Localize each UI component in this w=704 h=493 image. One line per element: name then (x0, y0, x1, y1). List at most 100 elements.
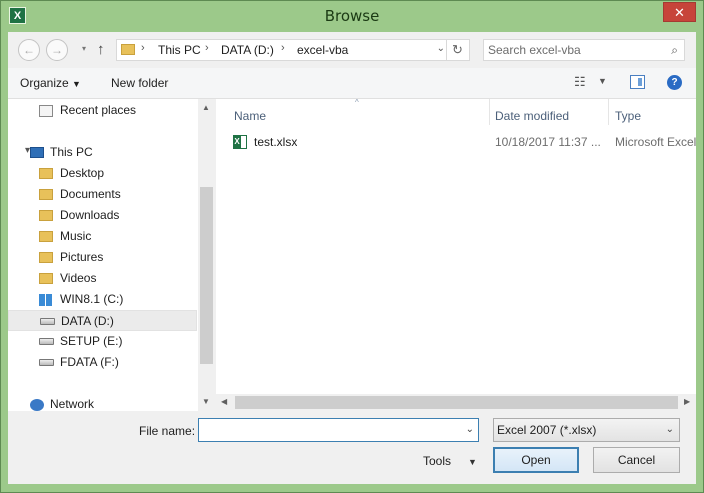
search-box[interactable]: ⌕ (483, 39, 685, 61)
nav-item-label: WIN8.1 (C:) (60, 292, 124, 306)
organize-label: Organize (20, 76, 69, 90)
nav-item-this-pc[interactable]: ▾ This PC (8, 142, 197, 163)
refresh-icon[interactable]: ↻ (446, 40, 468, 60)
column-divider[interactable] (489, 99, 490, 125)
nav-item-label: Videos (60, 271, 97, 285)
nav-item-label: Music (60, 229, 92, 243)
nav-item-win81-c[interactable]: WIN8.1 (C:) (8, 289, 197, 310)
nav-item-label: Documents (60, 187, 121, 201)
tools-button[interactable]: Tools (423, 454, 451, 468)
file-date-modified: 10/18/2017 11:37 ... (495, 135, 601, 149)
nav-item-music[interactable]: Music (8, 226, 197, 247)
breadcrumb-data-d[interactable]: DATA (D:) (221, 43, 274, 57)
nav-item-pictures[interactable]: Pictures (8, 247, 197, 268)
nav-item-setup-e[interactable]: SETUP (E:) (8, 331, 197, 352)
chevron-down-icon: ⌄ (665, 424, 674, 435)
computer-icon (30, 147, 44, 158)
scrollbar-thumb[interactable] (235, 396, 678, 409)
nav-item-downloads[interactable]: Downloads (8, 205, 197, 226)
nav-item-label: DATA (D:) (61, 314, 114, 328)
navpane-scrollbar[interactable]: ▲ ▼ (198, 99, 215, 411)
command-bar: Organize ▼ New folder ☷ ▼ ? (8, 68, 696, 99)
folder-icon (39, 231, 53, 242)
file-type-select[interactable]: Excel 2007 (*.xlsx) ⌄ (493, 418, 680, 442)
file-name-combobox[interactable]: ⌄ (198, 418, 479, 442)
file-name: test.xlsx (254, 135, 298, 149)
chevron-down-icon[interactable]: ▼ (468, 457, 477, 467)
chevron-down-icon[interactable]: ⌄ (437, 43, 445, 54)
navigation-pane: Recent places ▾ This PC Desktop Document… (8, 99, 215, 411)
up-button[interactable]: ↑ (97, 41, 105, 58)
folder-icon (39, 168, 53, 179)
chevron-down-icon: ▼ (72, 79, 81, 89)
column-header-name[interactable]: Name (234, 109, 266, 123)
nav-item-label: FDATA (F:) (60, 355, 119, 369)
network-icon (30, 399, 44, 411)
scroll-left-icon[interactable]: ◀ (221, 397, 227, 406)
nav-item-label: This PC (50, 145, 93, 159)
folder-icon (39, 252, 53, 263)
help-icon[interactable]: ? (667, 75, 682, 90)
browse-dialog: X Browse ✕ ← → ▾ ↑ › This PC › DATA (D:)… (0, 0, 704, 493)
folder-icon (39, 273, 53, 284)
nav-item-desktop[interactable]: Desktop (8, 163, 197, 184)
nav-item-fdata-f[interactable]: FDATA (F:) (8, 352, 197, 373)
nav-item-label: SETUP (E:) (60, 334, 123, 348)
file-name-input[interactable] (202, 422, 452, 438)
drive-icon (39, 338, 54, 345)
folder-icon (121, 44, 135, 55)
new-folder-button[interactable]: New folder (111, 76, 168, 90)
folder-icon (39, 189, 53, 200)
organize-button[interactable]: Organize ▼ (20, 76, 81, 90)
preview-pane-icon[interactable] (630, 75, 645, 89)
nav-item-label: Pictures (60, 250, 104, 264)
back-button[interactable]: ← (18, 39, 40, 61)
nav-item-data-d[interactable]: DATA (D:) (8, 310, 197, 331)
scrollbar-thumb[interactable] (200, 187, 213, 364)
search-input[interactable] (488, 42, 658, 58)
column-divider[interactable] (608, 99, 609, 125)
recent-places-icon (39, 105, 53, 117)
open-button[interactable]: Open (493, 447, 579, 473)
close-button[interactable]: ✕ (663, 2, 696, 22)
scroll-right-icon[interactable]: ▶ (684, 397, 690, 406)
nav-item-recent-places[interactable]: Recent places (8, 100, 197, 121)
file-name-label: File name: (139, 424, 196, 438)
column-header-date-modified[interactable]: Date modified (495, 109, 569, 123)
windows-drive-icon (39, 294, 52, 306)
file-type-value: Excel 2007 (*.xlsx) (497, 423, 597, 437)
sort-ascending-icon: ^ (355, 98, 359, 107)
excel-file-icon (233, 135, 247, 149)
column-header-type[interactable]: Type (615, 109, 641, 123)
drive-icon (40, 318, 55, 325)
scroll-down-icon[interactable]: ▼ (202, 397, 210, 406)
address-bar[interactable]: › This PC › DATA (D:) › excel-vba ⌄ ↻ (116, 39, 470, 61)
recent-locations-icon[interactable]: ▾ (73, 39, 95, 61)
file-list: ^ Name Date modified Type test.xlsx 10/1… (216, 98, 696, 411)
breadcrumb-separator: › (205, 42, 209, 54)
breadcrumb-separator: › (281, 42, 285, 54)
table-row[interactable]: test.xlsx 10/18/2017 11:37 ... Microsoft… (233, 132, 696, 152)
breadcrumb-excel-vba[interactable]: excel-vba (297, 43, 348, 57)
window-title: Browse (324, 7, 380, 25)
view-options-icon[interactable]: ☷ (574, 74, 586, 90)
folder-icon (39, 210, 53, 221)
nav-item-videos[interactable]: Videos (8, 268, 197, 289)
nav-item-label: Downloads (60, 208, 120, 222)
nav-item-documents[interactable]: Documents (8, 184, 197, 205)
forward-button[interactable]: → (46, 39, 68, 61)
scroll-up-icon[interactable]: ▲ (202, 103, 210, 112)
nav-item-label: Desktop (60, 166, 105, 180)
title-bar[interactable]: X Browse ✕ (1, 1, 703, 32)
breadcrumb-this-pc[interactable]: This PC (158, 43, 201, 57)
chevron-down-icon[interactable]: ⌄ (466, 424, 474, 435)
nav-item-network[interactable]: Network (8, 394, 197, 411)
cancel-button[interactable]: Cancel (593, 447, 680, 473)
dialog-body: ← → ▾ ↑ › This PC › DATA (D:) › excel-vb… (8, 32, 696, 484)
nav-item-label: Recent places (60, 103, 137, 117)
drive-icon (39, 359, 54, 366)
file-list-scrollbar[interactable]: ◀ ▶ (216, 394, 696, 411)
search-icon[interactable]: ⌕ (671, 43, 678, 58)
file-type: Microsoft Excel (615, 135, 696, 149)
chevron-down-icon[interactable]: ▼ (598, 76, 607, 86)
